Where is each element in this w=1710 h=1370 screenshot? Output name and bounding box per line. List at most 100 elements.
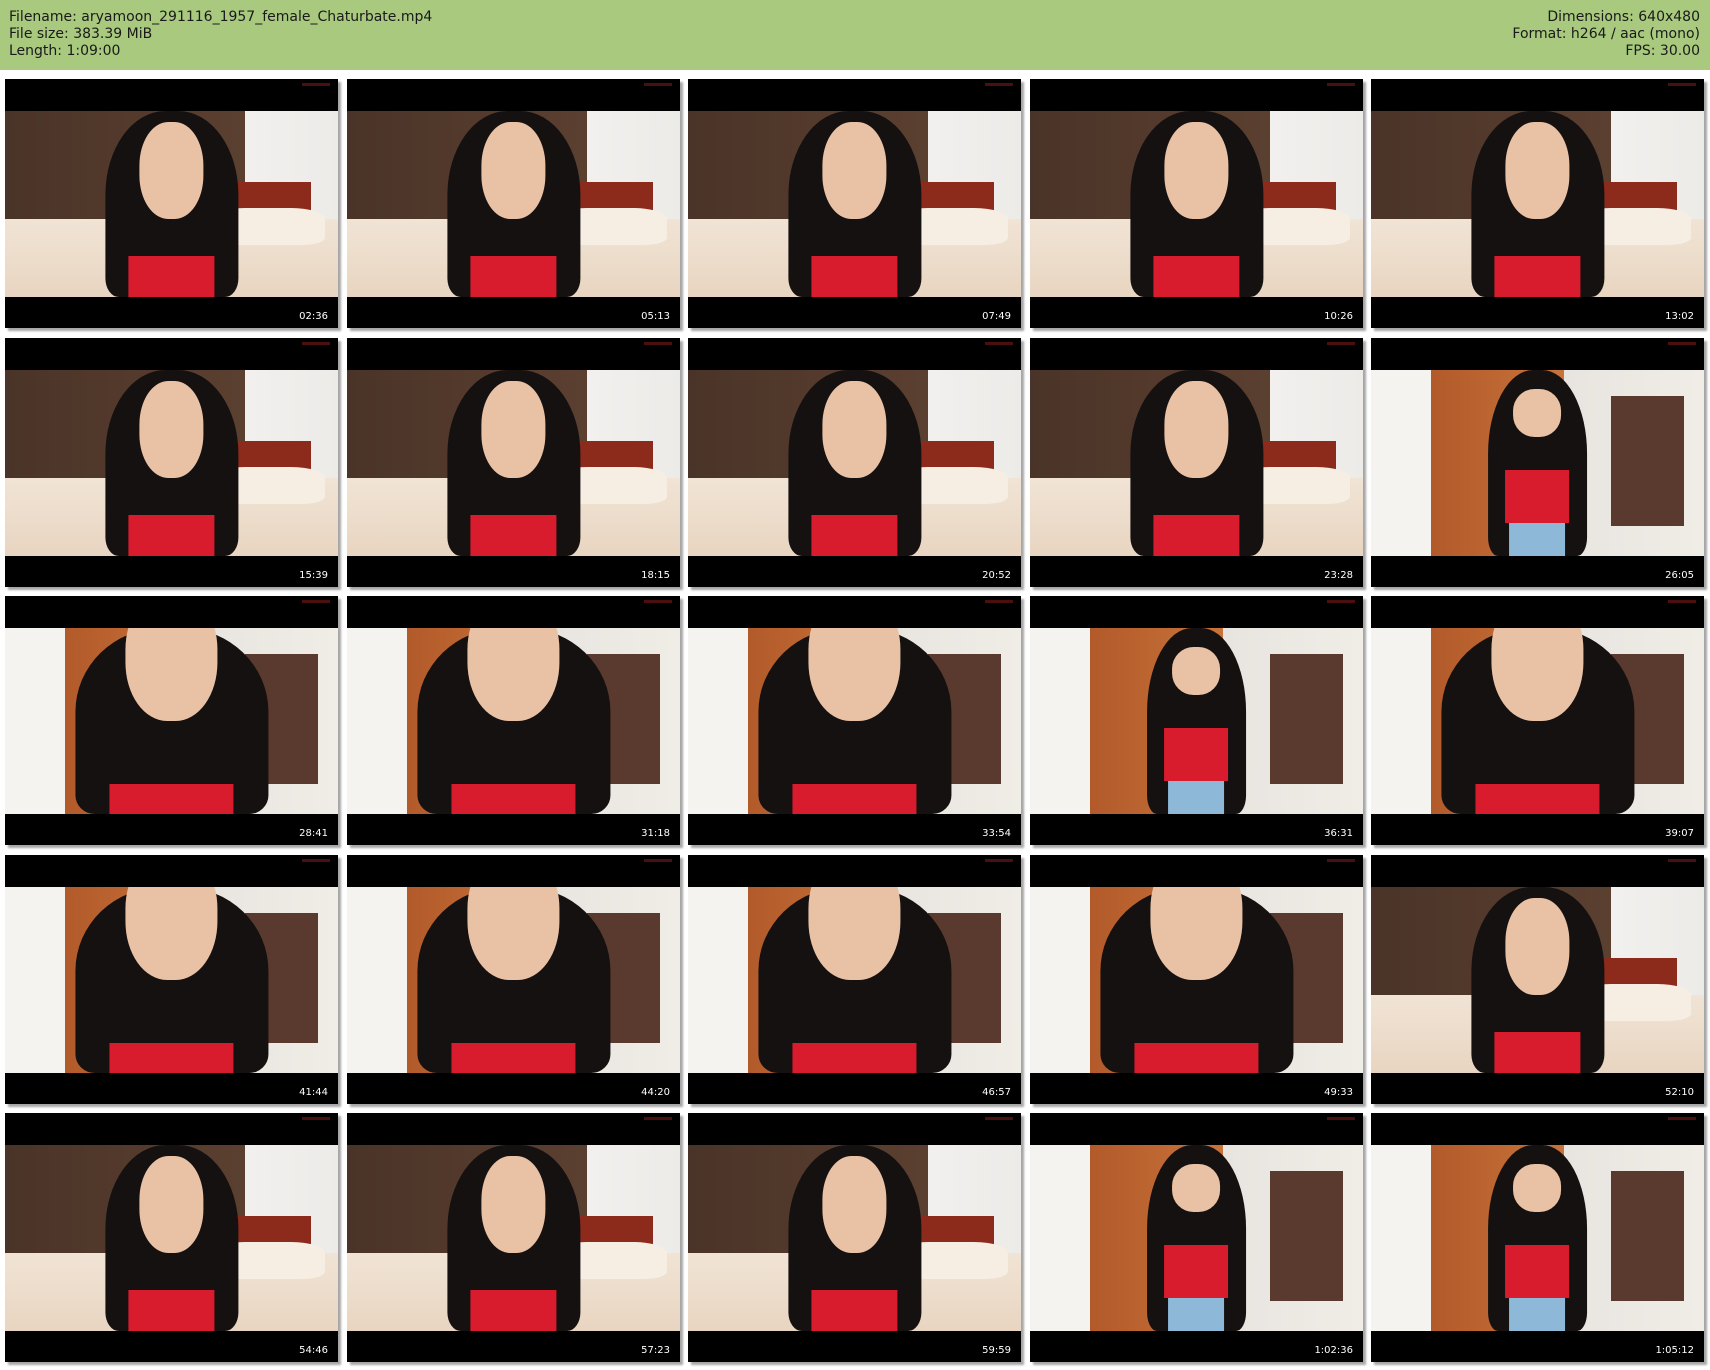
video-frame-image [5, 111, 338, 297]
video-thumbnail[interactable]: 39:07 [1371, 596, 1704, 845]
timestamp-label: 44:20 [641, 1087, 670, 1098]
video-thumbnail[interactable]: 15:39 [5, 338, 338, 587]
timestamp-label: 1:05:12 [1655, 1345, 1694, 1356]
video-frame-image [1030, 887, 1363, 1073]
video-frame-image [688, 1145, 1021, 1331]
video-thumbnail[interactable]: 02:36 [5, 79, 338, 328]
recording-indicator [1668, 859, 1696, 862]
video-thumbnail[interactable]: 59:59 [688, 1113, 1021, 1362]
length-text: Length: 1:09:00 [9, 43, 121, 59]
face [481, 122, 546, 219]
video-frame-image [347, 628, 680, 814]
video-thumbnail[interactable]: 10:26 [1030, 79, 1363, 328]
red-top [811, 1290, 898, 1331]
video-thumbnail[interactable]: 57:23 [347, 1113, 680, 1362]
recording-indicator [985, 342, 1013, 345]
jeans [1168, 780, 1225, 814]
person-figure [1129, 370, 1264, 556]
face [1513, 1163, 1562, 1212]
recording-indicator [1668, 83, 1696, 86]
recording-indicator [1327, 83, 1355, 86]
person-figure [1129, 111, 1264, 297]
red-top [451, 1043, 576, 1073]
face [1505, 122, 1570, 219]
video-thumbnail[interactable]: 23:28 [1030, 338, 1363, 587]
face [139, 122, 204, 219]
video-thumbnail[interactable]: 1:02:36 [1030, 1113, 1363, 1362]
video-thumbnail[interactable]: 26:05 [1371, 338, 1704, 587]
video-thumbnail[interactable]: 49:33 [1030, 855, 1363, 1104]
video-thumbnail[interactable]: 13:02 [1371, 79, 1704, 328]
recording-indicator [1327, 859, 1355, 862]
face [139, 381, 204, 478]
timestamp-label: 05:13 [641, 311, 670, 322]
face [139, 1156, 204, 1253]
recording-indicator [985, 1117, 1013, 1120]
file-info-right: Dimensions: 640x480 Format: h264 / aac (… [1512, 9, 1700, 60]
video-frame-image [1030, 370, 1363, 556]
recording-indicator [644, 859, 672, 862]
recording-indicator [1668, 1117, 1696, 1120]
video-thumbnail[interactable]: 05:13 [347, 79, 680, 328]
video-thumbnail[interactable]: 36:31 [1030, 596, 1363, 845]
timestamp-label: 23:28 [1324, 570, 1353, 581]
red-top [1475, 784, 1600, 814]
timestamp-label: 49:33 [1324, 1087, 1353, 1098]
red-top [470, 256, 557, 297]
timestamp-label: 28:41 [299, 828, 328, 839]
video-frame-image [1371, 1145, 1704, 1331]
timestamp-label: 20:52 [982, 570, 1011, 581]
timestamp-label: 15:39 [299, 570, 328, 581]
video-thumbnail[interactable]: 33:54 [688, 596, 1021, 845]
red-top [1164, 1245, 1229, 1298]
video-thumbnail[interactable]: 44:20 [347, 855, 680, 1104]
wardrobe-panel [1610, 396, 1685, 527]
person-figure [446, 1145, 581, 1331]
red-top [128, 256, 215, 297]
face [1513, 388, 1562, 437]
person-figure [757, 887, 952, 1073]
video-thumbnail[interactable]: 20:52 [688, 338, 1021, 587]
person-figure [104, 370, 239, 556]
jeans [1509, 1297, 1566, 1331]
video-thumbnail[interactable]: 52:10 [1371, 855, 1704, 1104]
video-thumbnail[interactable]: 31:18 [347, 596, 680, 845]
video-thumbnail[interactable]: 07:49 [688, 79, 1021, 328]
jeans [1168, 1297, 1225, 1331]
person-figure [787, 111, 922, 297]
timestamp-label: 07:49 [982, 311, 1011, 322]
person-figure [1470, 111, 1605, 297]
timestamp-label: 57:23 [641, 1345, 670, 1356]
video-thumbnail[interactable]: 46:57 [688, 855, 1021, 1104]
video-frame-image [5, 370, 338, 556]
filename-text: Filename: aryamoon_291116_1957_female_Ch… [9, 9, 433, 25]
face [481, 1156, 546, 1253]
person-figure [1146, 628, 1247, 814]
face [1172, 1163, 1221, 1212]
person-figure [416, 887, 611, 1073]
person-figure [446, 370, 581, 556]
red-top [1494, 256, 1581, 297]
timestamp-label: 02:36 [299, 311, 328, 322]
recording-indicator [644, 342, 672, 345]
red-top [470, 515, 557, 556]
video-thumbnail[interactable]: 18:15 [347, 338, 680, 587]
video-thumbnail[interactable]: 41:44 [5, 855, 338, 1104]
red-top [1134, 1043, 1259, 1073]
video-frame-image [1030, 111, 1363, 297]
red-top [109, 784, 234, 814]
red-top [1164, 728, 1229, 781]
video-thumbnail[interactable]: 1:05:12 [1371, 1113, 1704, 1362]
video-thumbnail[interactable]: 28:41 [5, 596, 338, 845]
recording-indicator [1327, 1117, 1355, 1120]
person-figure [446, 111, 581, 297]
recording-indicator [644, 600, 672, 603]
face [1505, 898, 1570, 995]
video-frame-image [347, 887, 680, 1073]
video-frame-image [5, 1145, 338, 1331]
face [1164, 122, 1229, 219]
video-thumbnail[interactable]: 54:46 [5, 1113, 338, 1362]
person-figure [1487, 1145, 1588, 1331]
red-top [1505, 470, 1570, 523]
face [822, 381, 887, 478]
